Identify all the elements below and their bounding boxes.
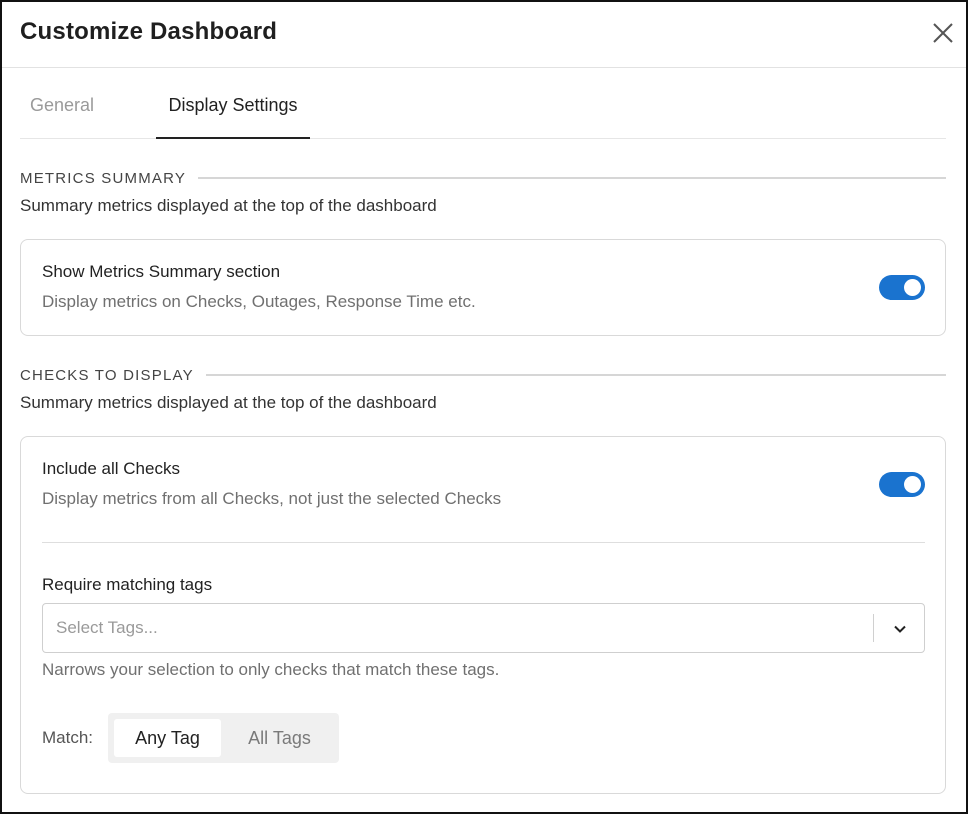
metrics-summary-card: Show Metrics Summary section Display met… xyxy=(20,239,946,336)
tab-general[interactable]: General xyxy=(30,68,94,139)
metrics-summary-heading: METRICS SUMMARY xyxy=(20,168,946,188)
section-divider xyxy=(205,374,946,376)
show-metrics-summary-toggle[interactable] xyxy=(879,275,925,300)
tab-display-settings[interactable]: Display Settings xyxy=(156,68,310,139)
tags-select[interactable]: Select Tags... xyxy=(42,603,925,653)
include-all-checks-toggle[interactable] xyxy=(879,472,925,497)
include-all-checks-label: Include all Checks xyxy=(42,459,180,478)
checks-to-display-heading: CHECKS TO DISPLAY xyxy=(20,365,946,385)
card-divider xyxy=(42,542,925,543)
metrics-summary-description: Summary metrics displayed at the top of … xyxy=(20,196,437,215)
match-any-tag-option[interactable]: Any Tag xyxy=(114,719,221,757)
select-separator xyxy=(873,614,874,642)
tags-help-text: Narrows your selection to only checks th… xyxy=(42,660,500,679)
section-title: METRICS SUMMARY xyxy=(20,169,187,187)
tags-select-placeholder: Select Tags... xyxy=(56,618,158,637)
checks-to-display-card: Include all Checks Display metrics from … xyxy=(20,436,946,794)
match-label: Match: xyxy=(42,728,94,747)
dialog-title: Customize Dashboard xyxy=(20,18,278,45)
section-divider xyxy=(198,177,946,179)
tab-bar: General Display Settings xyxy=(20,68,946,139)
match-all-tags-option[interactable]: All Tags xyxy=(226,719,333,757)
chevron-down-icon[interactable] xyxy=(890,619,910,639)
customize-dashboard-dialog: Customize Dashboard General Display Sett… xyxy=(0,0,968,814)
require-matching-tags-label: Require matching tags xyxy=(42,575,213,594)
dialog-header: Customize Dashboard xyxy=(2,2,966,68)
close-button[interactable] xyxy=(930,20,956,46)
show-metrics-summary-description: Display metrics on Checks, Outages, Resp… xyxy=(42,292,476,311)
toggle-knob xyxy=(904,279,921,296)
include-all-checks-description: Display metrics from all Checks, not jus… xyxy=(42,489,502,508)
toggle-knob xyxy=(904,476,921,493)
section-title: CHECKS TO DISPLAY xyxy=(20,366,194,384)
show-metrics-summary-label: Show Metrics Summary section xyxy=(42,262,281,281)
checks-to-display-description: Summary metrics displayed at the top of … xyxy=(20,393,437,412)
match-mode-segmented-control: Any Tag All Tags xyxy=(108,713,339,763)
close-icon xyxy=(933,23,953,43)
